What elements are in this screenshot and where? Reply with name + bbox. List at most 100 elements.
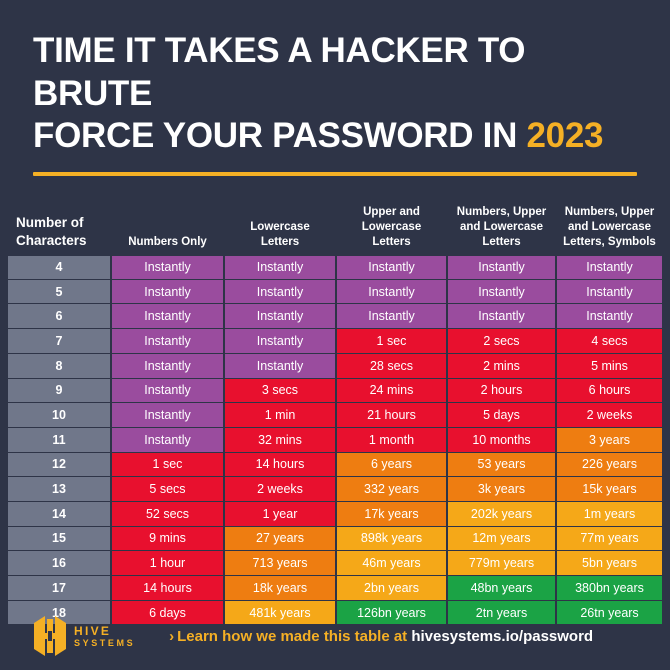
page-header: TIME IT TAKES A HACKER TO BRUTE FORCE YO…	[0, 0, 670, 158]
cell-crack-time: Instantly	[224, 255, 336, 280]
hive-hexagon-icon	[34, 616, 66, 656]
table-column-headers: Number of Characters Numbers Only Lowercase…	[0, 189, 670, 253]
cell-crack-time: 4 secs	[556, 329, 663, 354]
cell-crack-time: 48bn years	[447, 576, 556, 601]
cell-crack-time: 2bn years	[336, 576, 447, 601]
cell-crack-time: Instantly	[111, 403, 224, 428]
cell-crack-time: Instantly	[336, 304, 447, 330]
cell-crack-time: 3k years	[447, 477, 556, 502]
cell-crack-time: 1 month	[336, 427, 447, 453]
title-line-2: FORCE YOUR PASSWORD IN	[33, 116, 527, 156]
table-row: 15 9 mins 27 years 898k years 12m years 77m y…	[7, 526, 663, 552]
cell-character-count: 9	[7, 378, 111, 404]
col-numbers-only: Numbers Only	[128, 235, 207, 248]
logo-line-hive: HIVE	[74, 623, 112, 638]
cell-crack-time: 1 min	[224, 403, 336, 428]
cell-crack-time: 15k years	[556, 477, 663, 502]
cell-character-count: 12	[7, 452, 111, 478]
cell-character-count: 17	[7, 576, 111, 601]
table-row: 9 Instantly 3 secs 24 mins 2 hours 6 hours	[7, 378, 663, 404]
cell-crack-time: 202k years	[447, 501, 556, 527]
cell-crack-time: 3 secs	[224, 378, 336, 404]
cell-crack-time: 1 sec	[111, 452, 224, 478]
hive-systems-wordmark: HIVE SYSTEMS	[74, 624, 135, 649]
cell-crack-time: Instantly	[556, 255, 663, 280]
cell-crack-time: 21 hours	[336, 403, 447, 428]
cell-crack-time: 14 hours	[224, 452, 336, 478]
footer-cta-url: hivesystems.io/password	[411, 627, 594, 645]
hive-systems-logo[interactable]: HIVE SYSTEMS	[33, 614, 135, 658]
cell-crack-time: Instantly	[111, 427, 224, 453]
page-footer: HIVE SYSTEMS › Learn how we made this tab…	[0, 602, 670, 670]
cell-crack-time: Instantly	[556, 279, 663, 305]
cell-crack-time: Instantly	[447, 304, 556, 330]
table-row: 10 Instantly 1 min 21 hours 5 days 2 weeks	[7, 403, 663, 428]
cell-crack-time: 46m years	[336, 551, 447, 576]
cell-crack-time: 6 years	[336, 452, 447, 478]
cell-crack-time: 10 months	[447, 427, 556, 453]
cell-crack-time: Instantly	[556, 304, 663, 330]
cell-crack-time: 5 days	[447, 403, 556, 428]
password-crack-time-table: 4 Instantly Instantly Instantly Instantly Ins…	[0, 255, 670, 626]
cell-crack-time: 380bn years	[556, 576, 663, 601]
cell-crack-time: 52 secs	[111, 501, 224, 527]
cell-crack-time: 27 years	[224, 526, 336, 552]
table-row: 6 Instantly Instantly Instantly Instantly Ins…	[7, 304, 663, 330]
table-row: 12 1 sec 14 hours 6 years 53 years 226 years	[7, 452, 663, 478]
cell-crack-time: 2 hours	[447, 378, 556, 404]
cell-character-count: 14	[7, 501, 111, 527]
cell-character-count: 11	[7, 427, 111, 453]
cell-crack-time: Instantly	[336, 279, 447, 305]
logo-line-systems: SYSTEMS	[74, 637, 136, 648]
cell-character-count: 6	[7, 304, 111, 330]
cell-crack-time: 17k years	[336, 501, 447, 527]
cell-character-count: 10	[7, 403, 111, 428]
cell-crack-time: 1 year	[224, 501, 336, 527]
cell-crack-time: Instantly	[224, 304, 336, 330]
cell-crack-time: 6 hours	[556, 378, 663, 404]
cell-character-count: 7	[7, 329, 111, 354]
cell-crack-time: 32 mins	[224, 427, 336, 453]
cell-crack-time: Instantly	[111, 378, 224, 404]
header-divider	[33, 172, 637, 177]
col-upper-and-lowercase-letters: Upper and Lowercase Letters	[361, 205, 422, 248]
col-numbers-upper-lowercase-letters: Numbers, Upper and Lowercase Letters	[456, 205, 547, 248]
cell-crack-time: Instantly	[447, 279, 556, 305]
cell-crack-time: 53 years	[447, 452, 556, 478]
cell-crack-time: Instantly	[111, 255, 224, 280]
cell-character-count: 15	[7, 526, 111, 552]
cell-crack-time: 2 secs	[447, 329, 556, 354]
footer-cta-text: Learn how we made this table at	[177, 627, 412, 645]
table-row: 7 Instantly Instantly 1 sec 2 secs 4 secs	[7, 329, 663, 354]
cell-crack-time: 18k years	[224, 576, 336, 601]
cell-crack-time: 3 years	[556, 427, 663, 453]
cell-crack-time: 2 weeks	[556, 403, 663, 428]
chevron-right-icon: ›	[169, 627, 175, 645]
cell-crack-time: 5bn years	[556, 551, 663, 576]
cell-crack-time: 1m years	[556, 501, 663, 527]
cell-crack-time: Instantly	[111, 304, 224, 330]
table-row: 5 Instantly Instantly Instantly Instantly Ins…	[7, 279, 663, 305]
cell-crack-time: 713 years	[224, 551, 336, 576]
title-year: 2023	[526, 116, 604, 156]
cell-crack-time: 2 weeks	[224, 477, 336, 502]
cell-crack-time: 226 years	[556, 452, 663, 478]
footer-cta-link[interactable]: › Learn how we made this table at hivesys…	[135, 628, 637, 645]
table-row: 8 Instantly Instantly 28 secs 2 mins 5 mins	[7, 353, 663, 379]
cell-character-count: 13	[7, 477, 111, 502]
col-numbers-upper-lowercase-letters-symbols: Numbers, Upper and Lowercase Letters, Symb…	[563, 205, 656, 248]
cell-crack-time: 14 hours	[111, 576, 224, 601]
cell-character-count: 16	[7, 551, 111, 576]
cell-crack-time: Instantly	[111, 329, 224, 354]
table-row: 13 5 secs 2 weeks 332 years 3k years 15k year…	[7, 477, 663, 502]
title-line-1: TIME IT TAKES A HACKER TO BRUTE	[33, 31, 526, 113]
cell-crack-time: 1 sec	[336, 329, 447, 354]
cell-character-count: 8	[7, 353, 111, 379]
cell-character-count: 5	[7, 279, 111, 305]
cell-crack-time: Instantly	[224, 329, 336, 354]
cell-crack-time: Instantly	[111, 279, 224, 305]
cell-crack-time: 5 secs	[111, 477, 224, 502]
cell-crack-time: Instantly	[111, 353, 224, 379]
cell-crack-time: 77m years	[556, 526, 663, 552]
table-row: 11 Instantly 32 mins 1 month 10 months 3 year…	[7, 427, 663, 453]
